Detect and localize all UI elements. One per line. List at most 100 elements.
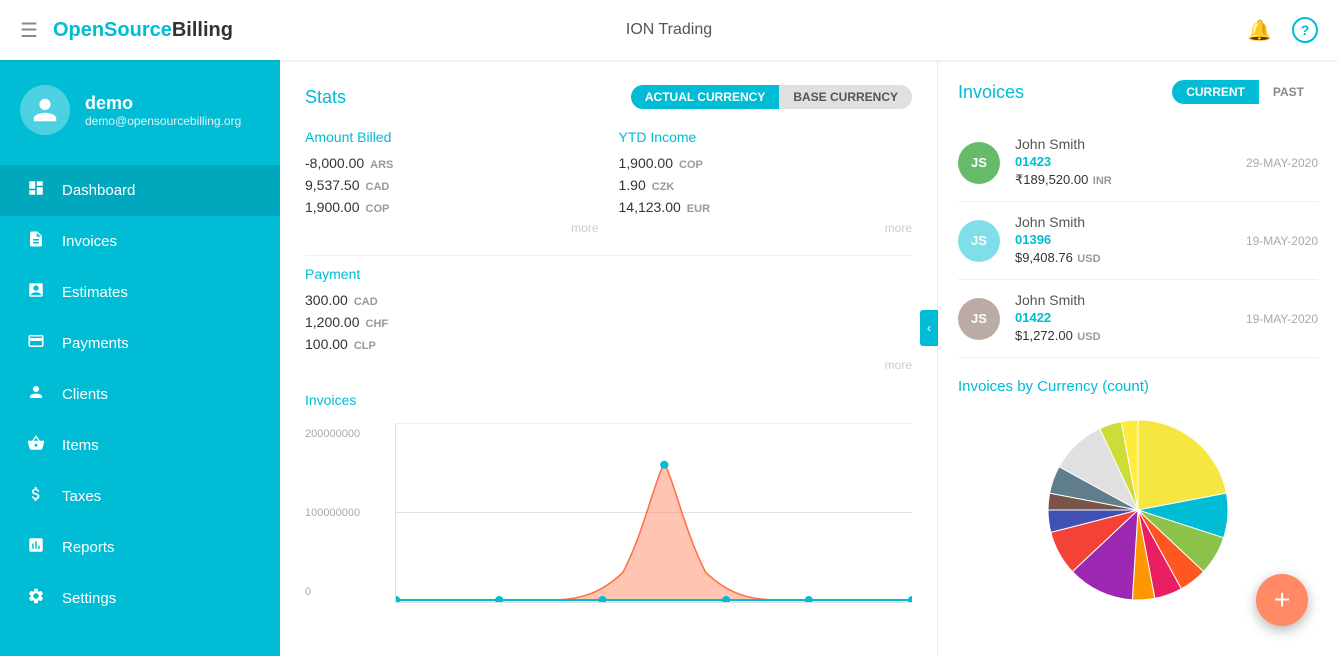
- invoice-number: 01396: [1015, 232, 1231, 247]
- brand-suffix: Billing: [172, 19, 233, 41]
- stat-line: 14,123.00EUR: [619, 199, 913, 215]
- stat-amount: 14,123.00: [619, 199, 681, 215]
- chart-section: Invoices 200000000 100000000 0: [305, 392, 912, 603]
- sidebar-item-items[interactable]: Items: [0, 420, 280, 471]
- payment-title: Payment: [305, 266, 912, 282]
- sidebar-item-label: Dashboard: [62, 182, 135, 199]
- payments-icon: [25, 332, 47, 355]
- sidebar-item-payments[interactable]: Payments: [0, 318, 280, 369]
- invoice-info: John Smith 01396 $9,408.76 USD: [1015, 214, 1231, 267]
- stat-currency: CHF: [366, 318, 389, 330]
- hamburger-icon[interactable]: ☰: [20, 18, 38, 43]
- brand-logo: OpenSourceBilling: [53, 19, 233, 42]
- current-tab[interactable]: CURRENT: [1172, 80, 1259, 104]
- invoice-amount: $9,408.76: [1015, 250, 1073, 265]
- amount-billed-more[interactable]: more: [305, 221, 599, 235]
- content-area: Stats ACTUAL CURRENCY BASE CURRENCY Amou…: [280, 60, 1338, 656]
- sidebar-username: demo: [85, 93, 241, 114]
- bell-icon[interactable]: 🔔: [1247, 18, 1272, 43]
- past-tab[interactable]: PAST: [1259, 80, 1318, 104]
- sidebar-user-info: demo demo@opensourcebilling.org: [85, 93, 241, 128]
- sidebar-item-label: Payments: [62, 335, 129, 352]
- currency-toggle: ACTUAL CURRENCY BASE CURRENCY: [631, 85, 912, 109]
- stat-line: 300.00 CAD: [305, 292, 912, 308]
- stat-amount: 1,200.00: [305, 314, 360, 330]
- invoice-customer-name: John Smith: [1015, 214, 1231, 230]
- stat-line: 1,900.00 COP: [619, 155, 913, 171]
- sidebar-item-dashboard[interactable]: Dashboard: [0, 165, 280, 216]
- stat-currency: ARS: [370, 159, 393, 171]
- sidebar-item-taxes[interactable]: Taxes: [0, 471, 280, 522]
- stat-line: 9,537.50CAD: [305, 177, 599, 193]
- sidebar-item-label: Invoices: [62, 233, 117, 250]
- pie-chart-svg: [1038, 410, 1238, 610]
- sidebar-nav: Dashboard Invoices Estimates Payments Cl…: [0, 155, 280, 634]
- invoices-panel: Invoices CURRENT PAST JS John Smith 0142…: [938, 60, 1338, 656]
- invoice-tab-group: CURRENT PAST: [1172, 80, 1318, 104]
- invoice-amount: $1,272.00: [1015, 328, 1073, 343]
- payment-section: Payment 300.00 CAD 1,200.00 CHF 100.00 CLP mo…: [305, 255, 912, 372]
- sidebar-item-label: Settings: [62, 590, 116, 607]
- invoice-item[interactable]: JS John Smith 01396 $9,408.76 USD 19-MAY…: [958, 202, 1318, 280]
- dashboard-icon: [25, 179, 47, 202]
- stat-line: 1,900.00COP: [305, 199, 599, 215]
- invoice-list: JS John Smith 01423 ₹189,520.00 INR 29-M…: [958, 124, 1318, 358]
- pie-section: Invoices by Currency (count): [958, 378, 1318, 610]
- stat-amount: 1,900.00: [619, 155, 674, 171]
- sidebar-item-label: Estimates: [62, 284, 128, 301]
- ytd-income-more[interactable]: more: [619, 221, 913, 235]
- stat-currency: CLP: [354, 340, 376, 352]
- stats-header: Stats ACTUAL CURRENCY BASE CURRENCY: [305, 85, 912, 109]
- invoice-date: 19-MAY-2020: [1246, 312, 1318, 326]
- chart-title: Invoices: [305, 392, 912, 408]
- stat-amount: 300.00: [305, 292, 348, 308]
- stat-currency: CAD: [354, 296, 378, 308]
- sidebar-item-label: Clients: [62, 386, 108, 403]
- help-icon[interactable]: ?: [1292, 17, 1318, 43]
- ytd-income-title: YTD Income: [619, 129, 913, 145]
- items-icon: [25, 434, 47, 457]
- stat-currency: COP: [679, 159, 703, 171]
- main-layout: demo demo@opensourcebilling.org Dashboar…: [0, 60, 1338, 656]
- invoice-info: John Smith 01423 ₹189,520.00 INR: [1015, 136, 1231, 189]
- settings-icon: [25, 587, 47, 610]
- invoice-date: 19-MAY-2020: [1246, 234, 1318, 248]
- stats-title: Stats: [305, 87, 346, 108]
- invoice-avatar: JS: [958, 298, 1000, 340]
- sidebar-item-label: Reports: [62, 539, 115, 556]
- stat-line: 1.90CZK: [619, 177, 913, 193]
- invoice-item[interactable]: JS John Smith 01422 $1,272.00 USD 19-MAY…: [958, 280, 1318, 358]
- invoices-title: Invoices: [958, 82, 1024, 103]
- sidebar-item-reports[interactable]: Reports: [0, 522, 280, 573]
- sidebar-item-settings[interactable]: Settings: [0, 573, 280, 624]
- stat-currency: CAD: [366, 181, 390, 193]
- taxes-icon: [25, 485, 47, 508]
- invoice-amount: ₹189,520.00: [1015, 172, 1088, 187]
- base-currency-button[interactable]: BASE CURRENCY: [779, 85, 912, 109]
- page-title: ION Trading: [626, 21, 712, 39]
- stat-amount: 100.00: [305, 336, 348, 352]
- sidebar-item-invoices[interactable]: Invoices: [0, 216, 280, 267]
- fab-button[interactable]: +: [1256, 574, 1308, 626]
- invoice-amount-line: $9,408.76 USD: [1015, 249, 1231, 267]
- stat-currency: COP: [366, 203, 390, 215]
- sidebar-item-label: Taxes: [62, 488, 101, 505]
- stat-line: -8,000.00ARS: [305, 155, 599, 171]
- stats-grid: Amount Billed -8,000.00ARS9,537.50CAD1,9…: [305, 129, 912, 235]
- invoice-avatar: JS: [958, 142, 1000, 184]
- estimates-icon: [25, 281, 47, 304]
- sidebar-item-clients[interactable]: Clients: [0, 369, 280, 420]
- invoice-number: 01423: [1015, 154, 1231, 169]
- invoice-item[interactable]: JS John Smith 01423 ₹189,520.00 INR 29-M…: [958, 124, 1318, 202]
- sidebar-user-email: demo@opensourcebilling.org: [85, 114, 241, 128]
- actual-currency-button[interactable]: ACTUAL CURRENCY: [631, 85, 779, 109]
- invoice-currency: USD: [1077, 331, 1100, 343]
- sidebar-item-estimates[interactable]: Estimates: [0, 267, 280, 318]
- chart-y-label-mid: 100000000: [305, 507, 360, 519]
- invoices-header: Invoices CURRENT PAST: [958, 80, 1318, 104]
- stat-amount: 1.90: [619, 177, 646, 193]
- right-panel-toggle[interactable]: ‹: [920, 310, 938, 346]
- payment-more[interactable]: more: [305, 358, 912, 372]
- invoice-chart: [395, 423, 912, 603]
- invoice-customer-name: John Smith: [1015, 136, 1231, 152]
